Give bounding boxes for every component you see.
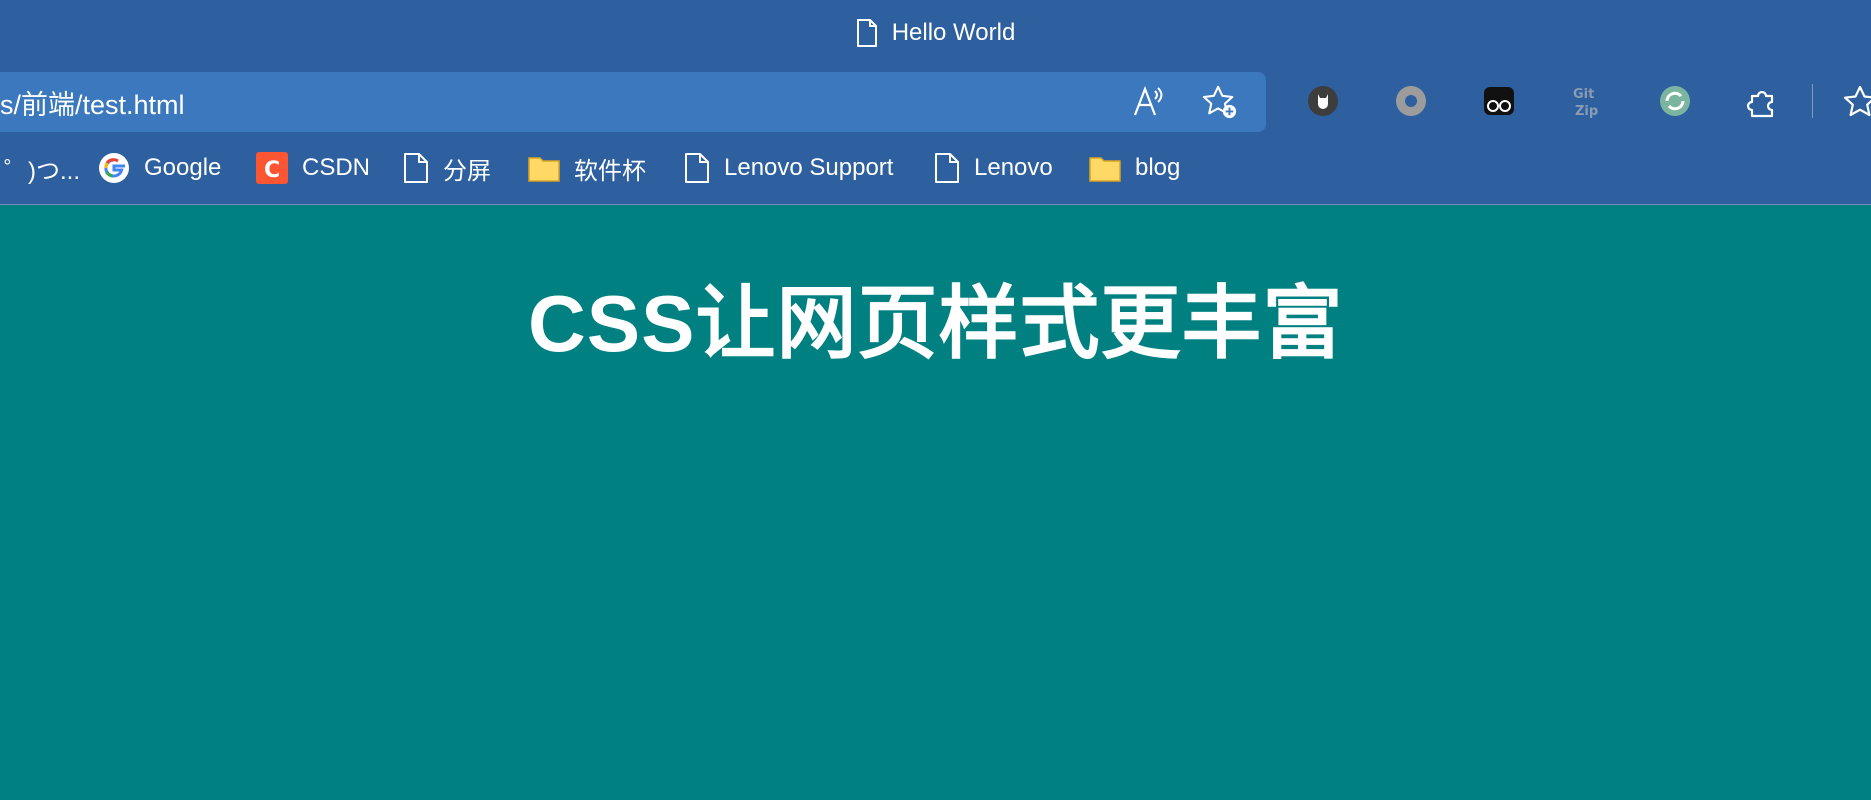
bookmark-item-lenovo-support[interactable]: Lenovo Support (684, 148, 893, 188)
bookmark-item-lenovo[interactable]: Lenovo (934, 148, 1053, 188)
bookmark-item-split[interactable]: 分屏 (403, 148, 491, 188)
bookmark-item-blog[interactable]: blog (1089, 148, 1180, 188)
bookmark-label: CSDN (302, 154, 371, 181)
page-content: CSS让网页样式更丰富 (0, 205, 1871, 800)
bookmark-item-folder[interactable]: 软件杯 (528, 148, 646, 188)
bookmark-label: Google (144, 154, 222, 181)
svg-text:Git: Git (1573, 87, 1594, 102)
toolbar-separator (1812, 84, 1813, 118)
gitzip-extension-icon[interactable]: Git Zip (1569, 83, 1605, 119)
page-heading: CSS让网页样式更丰富 (528, 279, 1344, 368)
url-text[interactable]: s/前端/test.html (0, 83, 185, 122)
browser-chrome: Hello World s/前端/test.html Git Zip ゜)つ..… (0, 0, 1871, 205)
bookmark-label: blog (1135, 154, 1181, 181)
favorites-icon[interactable] (1840, 83, 1871, 119)
title-bar: Hello World (0, 0, 1871, 66)
puzzle-extensions-icon[interactable] (1745, 83, 1781, 119)
svg-text:C: C (264, 158, 280, 183)
bookmarks-bar: ゜)つ... Google C CSDN 分屏 软件杯 Lenovo Suppo… (0, 148, 1871, 188)
read-aloud-icon[interactable] (1130, 84, 1166, 120)
folder-icon (1089, 154, 1121, 182)
document-icon (403, 152, 429, 184)
sync-extension-icon[interactable] (1657, 83, 1693, 119)
google-icon (98, 152, 130, 184)
document-icon (684, 152, 710, 184)
window-title: Hello World (891, 19, 1016, 46)
bookmark-label: 软件杯 (574, 157, 646, 185)
bookmark-label: ゜)つ... (4, 157, 80, 185)
bookmark-item-google[interactable]: Google (98, 148, 221, 188)
document-icon (856, 18, 878, 48)
bookmark-label: 分屏 (443, 157, 491, 185)
address-bar[interactable]: s/前端/test.html (0, 72, 1266, 132)
bookmark-label: Lenovo (974, 154, 1053, 181)
circle-extension-icon[interactable] (1393, 83, 1429, 119)
cat-extension-icon[interactable] (1305, 83, 1341, 119)
svg-text:Zip: Zip (1575, 104, 1598, 119)
bookmark-item[interactable]: ゜)つ... (4, 148, 80, 188)
bookmark-item-csdn[interactable]: C CSDN (256, 148, 370, 188)
glasses-extension-icon[interactable] (1481, 83, 1517, 119)
folder-icon (528, 154, 560, 182)
csdn-icon: C (256, 152, 288, 184)
bookmark-label: Lenovo Support (724, 154, 894, 181)
add-favorite-icon[interactable] (1202, 84, 1238, 120)
document-icon (934, 152, 960, 184)
